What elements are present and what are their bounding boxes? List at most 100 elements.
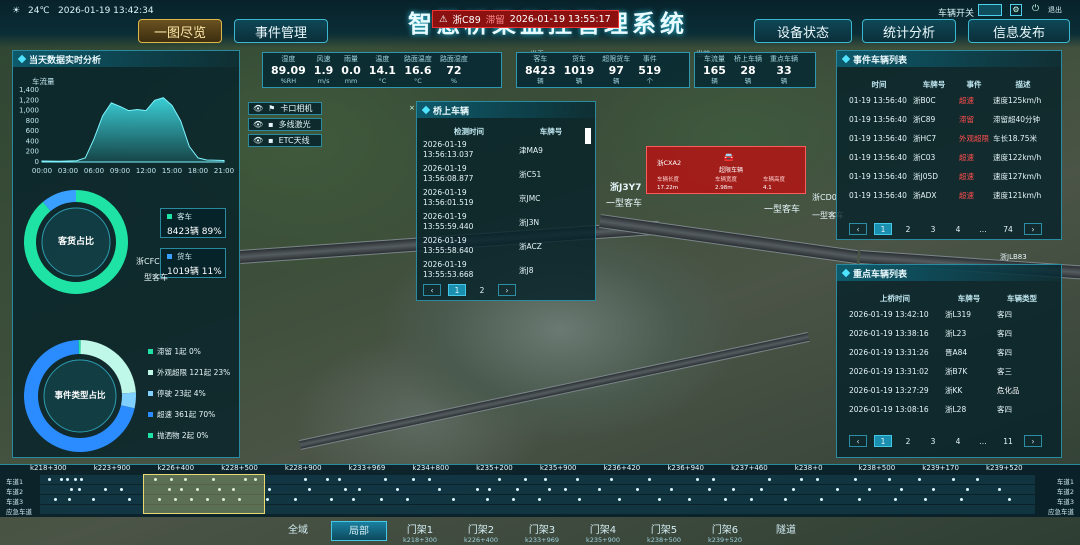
gantry-tab[interactable]: 全域 — [270, 521, 326, 536]
vehicle-dot[interactable] — [486, 498, 489, 501]
nav-event-management[interactable]: 事件管理 — [234, 19, 328, 43]
table-row[interactable]: 2026-01-19 13:42:10 浙L319 客四 — [847, 305, 1049, 324]
vehicle-dot[interactable] — [918, 478, 921, 481]
vehicle-dot[interactable] — [338, 478, 341, 481]
nav-device-status[interactable]: 设备状态 — [754, 19, 852, 43]
nav-info-publish[interactable]: 信息发布 — [968, 19, 1070, 43]
vehicle-dot[interactable] — [800, 478, 803, 481]
vehicle-dot[interactable] — [128, 498, 131, 501]
vehicle-dot[interactable] — [696, 478, 699, 481]
map-vehicle-tag[interactable]: 浙J3Y7 — [610, 180, 641, 193]
page-button[interactable]: 4 — [949, 435, 967, 447]
gantry-tab[interactable]: 门架1 k218+300 — [392, 521, 448, 544]
gantry-tab[interactable]: 门架4 k235+900 — [575, 521, 631, 544]
vehicle-dot[interactable] — [636, 488, 639, 491]
vehicle-info-card[interactable]: 浙CXA2 🚘 超限车辆 车辆长度 17.22m 车辆宽度 2.98m 车辆高度… — [646, 146, 806, 194]
vehicle-dot[interactable] — [836, 488, 839, 491]
next-page-button[interactable]: › — [1024, 223, 1042, 235]
table-row[interactable]: 2026-01-19 13:56:08.877 浙C51 — [421, 162, 585, 186]
gantry-tab[interactable]: 局部 — [331, 521, 387, 541]
table-row[interactable]: 01-19 13:56:40 浙C03 超速 速度122km/h — [847, 148, 1055, 167]
map-vehicle-tag[interactable]: 一型客车 — [606, 196, 642, 209]
vehicle-dot[interactable] — [888, 478, 891, 481]
alarm-banner[interactable]: ⚠ 浙C89 滞留 2026-01-19 13:55:17 — [432, 10, 619, 28]
vehicle-dot[interactable] — [724, 498, 727, 501]
table-row[interactable]: 2026-01-19 13:55:59.440 浙J3N — [421, 210, 585, 234]
vehicle-dot[interactable] — [858, 498, 861, 501]
vehicle-dot[interactable] — [732, 488, 735, 491]
vehicle-dot[interactable] — [412, 478, 415, 481]
vehicle-dot[interactable] — [998, 488, 1001, 491]
vehicle-dot[interactable] — [1008, 498, 1011, 501]
vehicle-dot[interactable] — [344, 488, 347, 491]
vehicle-dot[interactable] — [688, 498, 691, 501]
vehicle-dot[interactable] — [498, 478, 501, 481]
vehicle-dot[interactable] — [438, 488, 441, 491]
vehicle-dot[interactable] — [120, 488, 123, 491]
vehicle-dot[interactable] — [760, 488, 763, 491]
table-row[interactable]: 2026-01-19 13:56:13.037 津MA9 — [421, 138, 585, 162]
vehicle-dot[interactable] — [960, 498, 963, 501]
vehicle-dot[interactable] — [516, 488, 519, 491]
vehicle-dot[interactable] — [820, 498, 823, 501]
vehicle-dot[interactable] — [708, 488, 711, 491]
legend-item[interactable]: 客车 8423辆 89% — [160, 208, 226, 238]
table-row[interactable]: 2026-01-19 13:27:29 浙KK 危化品 — [847, 381, 1049, 400]
page-button[interactable]: 2 — [899, 223, 917, 235]
close-icon[interactable]: × — [409, 104, 415, 112]
page-button[interactable]: 74 — [999, 223, 1017, 235]
vehicle-dot[interactable] — [768, 478, 771, 481]
viewport-selector[interactable] — [143, 474, 265, 514]
legend-item[interactable]: 货车 1019辆 11% — [160, 248, 226, 278]
page-button[interactable]: 1 — [874, 223, 892, 235]
vehicle-dot[interactable] — [816, 478, 819, 481]
vehicle-dot[interactable] — [578, 498, 581, 501]
vehicle-dot[interactable] — [524, 478, 527, 481]
map-vehicle-tag[interactable]: 一型客车 — [764, 202, 800, 215]
exit-icon[interactable]: ⏻ — [1032, 4, 1042, 16]
page-button[interactable]: 11 — [999, 435, 1017, 447]
vehicle-dot[interactable] — [868, 488, 871, 491]
next-page-button[interactable]: › — [1024, 435, 1042, 447]
vehicle-dot[interactable] — [452, 498, 455, 501]
table-row[interactable]: 2026-01-19 13:31:26 晋A84 客四 — [847, 343, 1049, 362]
vehicle-dot[interactable] — [294, 498, 297, 501]
vehicle-dot[interactable] — [712, 478, 715, 481]
vehicle-dot[interactable] — [610, 478, 613, 481]
settings-icon[interactable]: ⚙ — [1010, 4, 1022, 16]
vehicle-dot[interactable] — [384, 478, 387, 481]
vehicle-dot[interactable] — [78, 488, 81, 491]
vehicle-dot[interactable] — [564, 488, 567, 491]
vehicle-dot[interactable] — [352, 498, 355, 501]
vehicle-dot[interactable] — [428, 478, 431, 481]
table-row[interactable]: 2026-01-19 13:56:01.519 京JMC — [421, 186, 585, 210]
nav-statistics[interactable]: 统计分析 — [862, 19, 956, 43]
vehicle-dot[interactable] — [924, 498, 927, 501]
vehicle-dot[interactable] — [658, 498, 661, 501]
vehicle-dot[interactable] — [576, 478, 579, 481]
map-vehicle-tag[interactable]: 浙CD0 — [812, 192, 837, 203]
table-row[interactable]: 2026-01-19 13:31:02 浙B7K 客三 — [847, 362, 1049, 381]
page-button[interactable]: 2 — [473, 284, 491, 296]
vehicle-dot[interactable] — [670, 488, 673, 491]
table-row[interactable]: 2026-01-19 13:08:16 浙L28 客四 — [847, 400, 1049, 419]
map-vehicle-tag[interactable]: 型客车 — [144, 272, 168, 283]
gantry-tab[interactable]: 门架2 k226+400 — [453, 521, 509, 544]
page-button[interactable]: 2 — [899, 435, 917, 447]
vehicle-dot[interactable] — [68, 498, 71, 501]
page-button[interactable]: 3 — [924, 435, 942, 447]
vehicle-dot[interactable] — [538, 498, 541, 501]
page-button[interactable]: 1 — [874, 435, 892, 447]
vehicle-dot[interactable] — [326, 478, 329, 481]
gantry-tab[interactable]: 门架5 k238+500 — [636, 521, 692, 544]
vehicle-dot[interactable] — [548, 488, 551, 491]
vehicle-dot[interactable] — [854, 478, 857, 481]
legend-item[interactable]: 停驶 23起 4% — [148, 387, 234, 399]
vehicle-dot[interactable] — [894, 498, 897, 501]
next-page-button[interactable]: › — [498, 284, 516, 296]
nav-overview[interactable]: 一图尽览 — [138, 19, 222, 43]
legend-item[interactable]: 抛洒物 2起 0% — [148, 429, 234, 441]
table-row[interactable]: 01-19 13:56:40 浙B0C 超速 速度125km/h — [847, 91, 1055, 110]
map-vehicle-tag[interactable]: 浙CFC — [136, 256, 160, 267]
table-row[interactable]: 2026-01-19 13:55:53.668 浙J8 — [421, 258, 585, 282]
